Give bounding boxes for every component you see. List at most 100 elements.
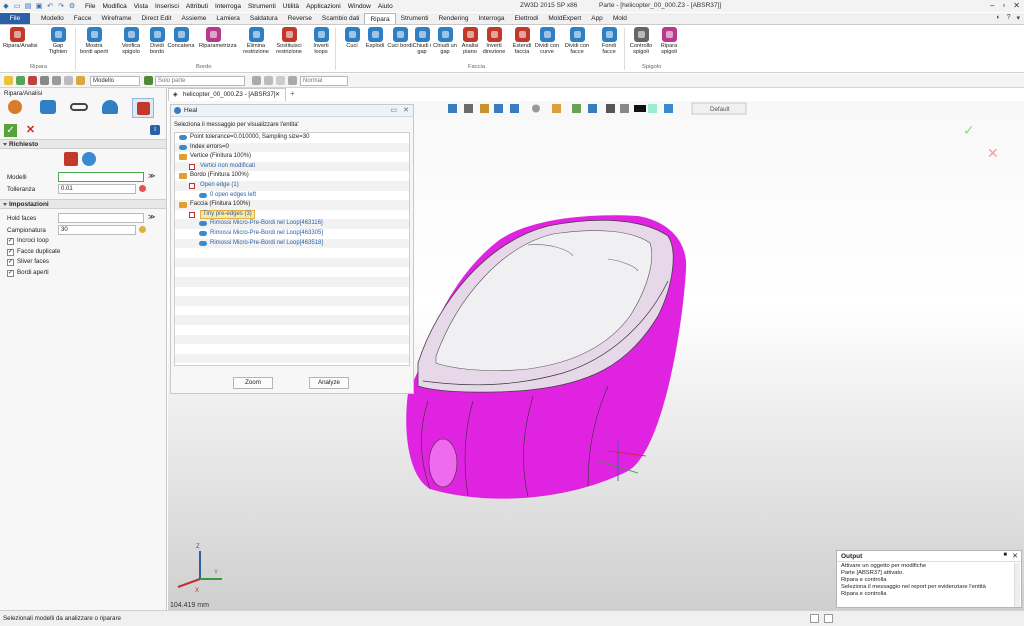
undo-icon[interactable]: ↶: [45, 2, 55, 11]
ribbon-button-estendi-faccia[interactable]: Estendi faccia: [508, 27, 536, 55]
pen-icon[interactable]: [480, 104, 489, 113]
tab-scambio-dati[interactable]: Scambio dati: [317, 13, 365, 24]
helicopter-model[interactable]: [406, 215, 687, 499]
tab-mold[interactable]: Mold: [608, 13, 632, 24]
minimize-icon[interactable]: –: [990, 1, 994, 10]
select-icon[interactable]: [4, 76, 13, 85]
ribbon-button-riparametrizza[interactable]: Riparametrizza: [199, 27, 237, 49]
eye-icon[interactable]: [76, 76, 85, 85]
hold-faces-input[interactable]: [58, 213, 144, 223]
settings-icon[interactable]: ⚙: [67, 2, 77, 11]
close-icon[interactable]: ✕: [1013, 1, 1020, 10]
ribbon-button-gap-tighten[interactable]: Gap Tighten: [44, 27, 72, 55]
open-file-icon[interactable]: ▤: [23, 2, 33, 11]
section-settings[interactable]: Impostazioni: [0, 199, 166, 209]
point-icon[interactable]: [276, 76, 285, 85]
light-icon[interactable]: [620, 104, 629, 113]
output-close-icon[interactable]: ✕: [1012, 552, 1018, 560]
tab-direct-edit[interactable]: Direct Edit: [136, 13, 176, 24]
output-pin-icon[interactable]: ■: [1003, 552, 1007, 558]
tree-row[interactable]: Rimossi Micro-Pre-Bordi nel Loop[463116]: [175, 219, 409, 229]
sampling-options-icon[interactable]: [139, 226, 146, 233]
menu-item-file[interactable]: File: [85, 3, 95, 10]
help-icon[interactable]: ?: [1007, 14, 1011, 22]
menu-item-window[interactable]: Window: [348, 3, 371, 10]
tab-rendering[interactable]: Rendering: [433, 13, 473, 24]
color-icon[interactable]: [552, 104, 561, 113]
ribbon-button-chiudi-un-gap[interactable]: Chiudi un gap: [431, 27, 459, 55]
info-icon[interactable]: i: [150, 125, 160, 135]
tree-row[interactable]: Vertici non modificati: [175, 161, 409, 172]
grid-view-icon[interactable]: [588, 104, 597, 113]
ribbon-button-controllo-spigoli[interactable]: Controllo spigoli: [627, 27, 655, 55]
tree-row[interactable]: Index errors=0: [175, 142, 409, 153]
globe-icon[interactable]: ◐: [996, 14, 1000, 22]
menu-item-aiuto[interactable]: Aiuto: [378, 3, 393, 10]
tree-row[interactable]: Faccia (Finitura 100%): [175, 200, 409, 210]
checkbox[interactable]: ✓: [7, 248, 14, 256]
menu-item-attributi[interactable]: Attributi: [186, 3, 208, 10]
pick-model-icon[interactable]: [64, 152, 78, 166]
tab-assieme[interactable]: Assieme: [176, 13, 211, 24]
layer-icon[interactable]: [648, 104, 657, 113]
save-icon[interactable]: ▣: [34, 2, 44, 11]
redo-icon[interactable]: ↷: [56, 2, 66, 11]
shaded-icon[interactable]: [510, 104, 519, 113]
tab-close-icon[interactable]: ✕: [275, 89, 280, 101]
mode-select[interactable]: Modello: [90, 76, 140, 86]
circle-icon[interactable]: [64, 76, 73, 85]
ribbon-button-ripara-spigoli[interactable]: Ripara spigoli: [655, 27, 683, 55]
analyze-button[interactable]: Analyze: [309, 377, 349, 389]
tab-moldexpert[interactable]: MoldExpert: [543, 13, 586, 24]
tree-row[interactable]: Rimossi Micro-Pre-Bordi nel Loop[463518]: [175, 238, 409, 249]
section-required[interactable]: Richiesto: [0, 139, 166, 149]
ribbon-button-verifica-spigolo[interactable]: Verifica spigolo: [117, 27, 145, 55]
repair-tool-icon[interactable]: [132, 98, 154, 118]
cube-icon[interactable]: [494, 104, 503, 113]
cancel-icon[interactable]: ✕: [24, 124, 37, 137]
menu-item-vista[interactable]: Vista: [134, 3, 148, 10]
sampling-input[interactable]: 30: [58, 225, 136, 235]
ribbon-button-sostituisci-restrizione[interactable]: Sostituisci restrizione: [275, 27, 303, 55]
pick-globe-icon[interactable]: [82, 152, 96, 166]
minimize-ribbon-icon[interactable]: ▾: [1016, 14, 1020, 22]
black-bg-icon[interactable]: [634, 105, 646, 112]
expand-icon[interactable]: ≫: [148, 172, 155, 180]
tree-row[interactable]: Point tolerance=0.010000, Sampling size=…: [175, 133, 409, 143]
new-tab-icon[interactable]: +: [290, 89, 295, 98]
part-filter-select[interactable]: Solo parte: [155, 76, 245, 86]
ribbon-button-mostra-bordi-aperti[interactable]: Mostra bordi aperti: [80, 27, 108, 55]
tree-row[interactable]: Tiny pre-edges (3): [175, 209, 409, 220]
output-scrollbar[interactable]: [1014, 563, 1020, 607]
status-grid-icon[interactable]: [824, 614, 833, 623]
tab-elettrodi[interactable]: Elettrodi: [510, 13, 544, 24]
heal-report-tree[interactable]: Point tolerance=0.010000, Sampling size=…: [174, 132, 410, 366]
style-icon[interactable]: [664, 104, 673, 113]
tab-saldatura[interactable]: Saldatura: [245, 13, 283, 24]
tolerance-options-icon[interactable]: [139, 185, 146, 192]
accept-icon[interactable]: ✓: [963, 123, 975, 139]
line-icon[interactable]: [28, 76, 37, 85]
tree-row[interactable]: Open edge (1): [175, 181, 409, 191]
document-tab[interactable]: helicopter_00_000.Z3 - [ABSR37] ◈ ✕: [168, 88, 286, 101]
confirm-icon[interactable]: ✓: [4, 124, 17, 137]
tab-wireframe[interactable]: Wireframe: [96, 13, 136, 24]
checkbox[interactable]: ✓: [7, 259, 14, 266]
menu-item-interroga[interactable]: Interroga: [215, 3, 241, 10]
zoom-button[interactable]: Zoom: [233, 377, 273, 389]
tab-interroga[interactable]: Interroga: [473, 13, 509, 24]
grid-icon[interactable]: [40, 76, 49, 85]
tree-row[interactable]: Rimossi Micro-Pre-Bordi nel Loop[463305]: [175, 229, 409, 239]
tab-reverse[interactable]: Reverse: [283, 13, 317, 24]
screen-icon[interactable]: [606, 104, 615, 113]
heal-pin-icon[interactable]: ▭: [390, 106, 397, 114]
tab-strumenti[interactable]: Strumenti: [396, 13, 434, 24]
ribbon-button-concatena[interactable]: Concatena: [167, 27, 195, 49]
tree-row[interactable]: 0 open edges left: [175, 191, 409, 201]
filter-icon[interactable]: [52, 76, 61, 85]
tree-row[interactable]: Bordo (Finitura 100%): [175, 171, 409, 181]
tab-file[interactable]: File: [0, 13, 30, 24]
tab-ripara[interactable]: Ripara: [364, 13, 396, 24]
heal-close-icon[interactable]: ✕: [403, 106, 409, 114]
new-file-icon[interactable]: ▭: [12, 2, 22, 11]
